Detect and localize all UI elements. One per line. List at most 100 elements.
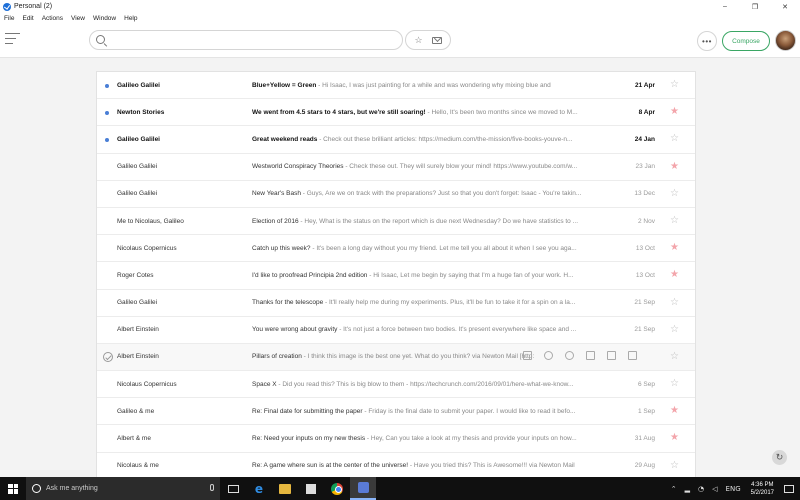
menu-actions[interactable]: Actions (38, 15, 67, 22)
email-row[interactable]: Nicolaus & me Re: A game where sun is at … (97, 453, 695, 477)
clock-date: 5/2/2017 (750, 489, 774, 496)
email-subject: I'd like to proofread Principia 2nd edit… (252, 271, 368, 279)
more-options-button[interactable]: ••• (697, 31, 717, 51)
clock[interactable]: 4:36 PM 5/2/2017 (751, 481, 774, 497)
starred-filter-icon[interactable]: ☆ (414, 35, 422, 45)
compose-button[interactable]: Compose (722, 31, 770, 51)
email-row[interactable]: Galileo Galilei Great weekend reads - Che… (97, 126, 695, 154)
windows-taskbar: Ask me anything e ⌃ ▂ ◔ ◁ ENG 4:36 PM 5/… (0, 477, 800, 500)
close-button[interactable]: ✕ (770, 0, 800, 13)
store-icon[interactable] (298, 477, 324, 500)
email-row[interactable]: Me to Nicolaus, Galileo Election of 2016 … (97, 208, 695, 236)
star-icon[interactable]: ★ (670, 107, 679, 117)
email-row[interactable]: Roger Cotes I'd like to proofread Princip… (97, 262, 695, 290)
unread-dot-icon (105, 84, 109, 88)
email-date: 6 Sep (638, 380, 655, 388)
email-subject-line: I'd like to proofread Principia 2nd edit… (252, 272, 614, 279)
reply-icon[interactable] (565, 350, 574, 360)
clock-time: 4:36 PM (751, 481, 774, 488)
taskbar-search-text: Ask me anything (46, 485, 98, 492)
menu-window[interactable]: Window (89, 15, 120, 22)
email-preview: - Hey, Can you take a look at my thesis … (365, 435, 577, 443)
star-icon[interactable]: ☆ (670, 351, 679, 362)
archive-icon[interactable] (628, 350, 637, 360)
filter-pill: ☆ (405, 30, 451, 50)
file-explorer-icon[interactable] (272, 477, 298, 500)
email-row[interactable]: Nicolaus Copernicus Space X - Did you rea… (97, 371, 695, 399)
restore-button[interactable]: ❐ (740, 0, 770, 13)
email-row[interactable]: Galileo Galilei Westworld Conspiracy Theo… (97, 154, 695, 181)
star-icon[interactable]: ☆ (670, 215, 679, 226)
edge-browser-icon[interactable]: e (246, 477, 272, 500)
row-quick-actions (523, 350, 637, 360)
star-icon[interactable]: ★ (670, 270, 679, 280)
email-date: 24 Jan (634, 135, 655, 143)
mark-read-icon[interactable] (523, 350, 532, 360)
menu-view[interactable]: View (67, 15, 89, 22)
email-date: 21 Sep (634, 299, 655, 307)
star-icon[interactable]: ☆ (670, 379, 679, 389)
star-icon[interactable]: ★ (670, 161, 679, 172)
snooze-icon[interactable] (544, 350, 553, 360)
action-center-icon[interactable] (784, 484, 794, 493)
chrome-icon[interactable] (324, 477, 350, 500)
menu-file[interactable]: File (0, 15, 18, 22)
email-row[interactable]: Albert Einstein Pillars of creation - I t… (97, 343, 695, 372)
star-icon[interactable]: ☆ (670, 80, 679, 90)
search-bar[interactable] (89, 30, 403, 50)
wifi-icon[interactable]: ◔ (698, 485, 704, 493)
email-subject: Pillars of creation (252, 353, 302, 361)
star-icon[interactable]: ☆ (670, 297, 679, 308)
select-checkbox-icon[interactable] (103, 351, 113, 362)
email-row[interactable]: Albert & me Re: Need your inputs on my ne… (97, 425, 695, 453)
email-row[interactable]: Galileo Galilei Thanks for the telescope … (97, 290, 695, 317)
volume-icon[interactable]: ◁ (712, 485, 717, 493)
email-preview: - I think this image is the best one yet… (301, 353, 535, 361)
email-row[interactable]: Galileo Galilei Blue+Yellow = Green - Hi … (97, 72, 695, 100)
email-subject: We went from 4.5 stars to 4 stars, but w… (252, 108, 426, 116)
email-preview: - Hey, What is the status on the report … (298, 217, 579, 225)
email-subject: Blue+Yellow = Green (252, 81, 317, 89)
email-subject-line: Election of 2016 - Hey, What is the stat… (252, 218, 614, 225)
cortana-icon (32, 484, 41, 493)
star-icon[interactable]: ☆ (670, 324, 679, 335)
email-row[interactable]: Galileo Galilei New Year's Bash - Guys, A… (97, 181, 695, 208)
start-button[interactable] (0, 477, 26, 500)
star-icon[interactable]: ★ (670, 243, 679, 253)
search-input[interactable] (110, 33, 395, 47)
email-row[interactable]: Galileo & me Re: Final date for submittin… (97, 398, 695, 426)
email-sender: Nicolaus Copernicus (117, 380, 177, 388)
language-indicator[interactable]: ENG (726, 485, 741, 493)
email-subject-line: You were wrong about gravity - It's not … (252, 326, 614, 333)
star-icon[interactable]: ☆ (670, 134, 679, 144)
email-row[interactable]: Nicolaus Copernicus Catch up this week? -… (97, 235, 695, 263)
hamburger-menu-icon[interactable] (5, 33, 20, 46)
email-preview: - Friday is the final date to submit you… (362, 407, 576, 415)
menu-edit[interactable]: Edit (18, 15, 37, 22)
star-icon[interactable]: ★ (670, 433, 679, 443)
star-icon[interactable]: ☆ (670, 188, 679, 199)
star-icon[interactable]: ☆ (670, 460, 679, 471)
delete-icon[interactable] (586, 350, 595, 360)
minimize-button[interactable]: – (710, 0, 740, 13)
show-hidden-icons-icon[interactable]: ⌃ (671, 485, 677, 493)
email-row[interactable]: Newton Stories We went from 4.5 stars to … (97, 99, 695, 127)
main-content: Galileo Galilei Blue+Yellow = Green - Hi … (0, 58, 800, 477)
folder-icon[interactable] (607, 350, 616, 360)
star-icon[interactable]: ★ (670, 406, 679, 416)
taskbar-search[interactable]: Ask me anything (26, 477, 220, 500)
newton-mail-taskbar-icon[interactable] (350, 477, 376, 500)
network-icon[interactable]: ▂ (685, 485, 690, 493)
email-sender: Albert Einstein (117, 353, 159, 361)
microphone-icon[interactable] (210, 484, 214, 491)
menu-help[interactable]: Help (120, 15, 141, 22)
email-date: 1 Sep (638, 407, 655, 415)
unread-filter-icon[interactable] (431, 36, 442, 44)
avatar[interactable] (775, 30, 796, 51)
email-date: 13 Oct (635, 244, 655, 252)
refresh-icon[interactable]: ↻ (772, 450, 787, 465)
unread-dot-icon (105, 111, 109, 116)
email-row[interactable]: Albert Einstein You were wrong about grav… (97, 317, 695, 344)
task-view-icon[interactable] (220, 477, 246, 500)
email-subject-line: Catch up this week? - It's been a long d… (252, 245, 614, 252)
